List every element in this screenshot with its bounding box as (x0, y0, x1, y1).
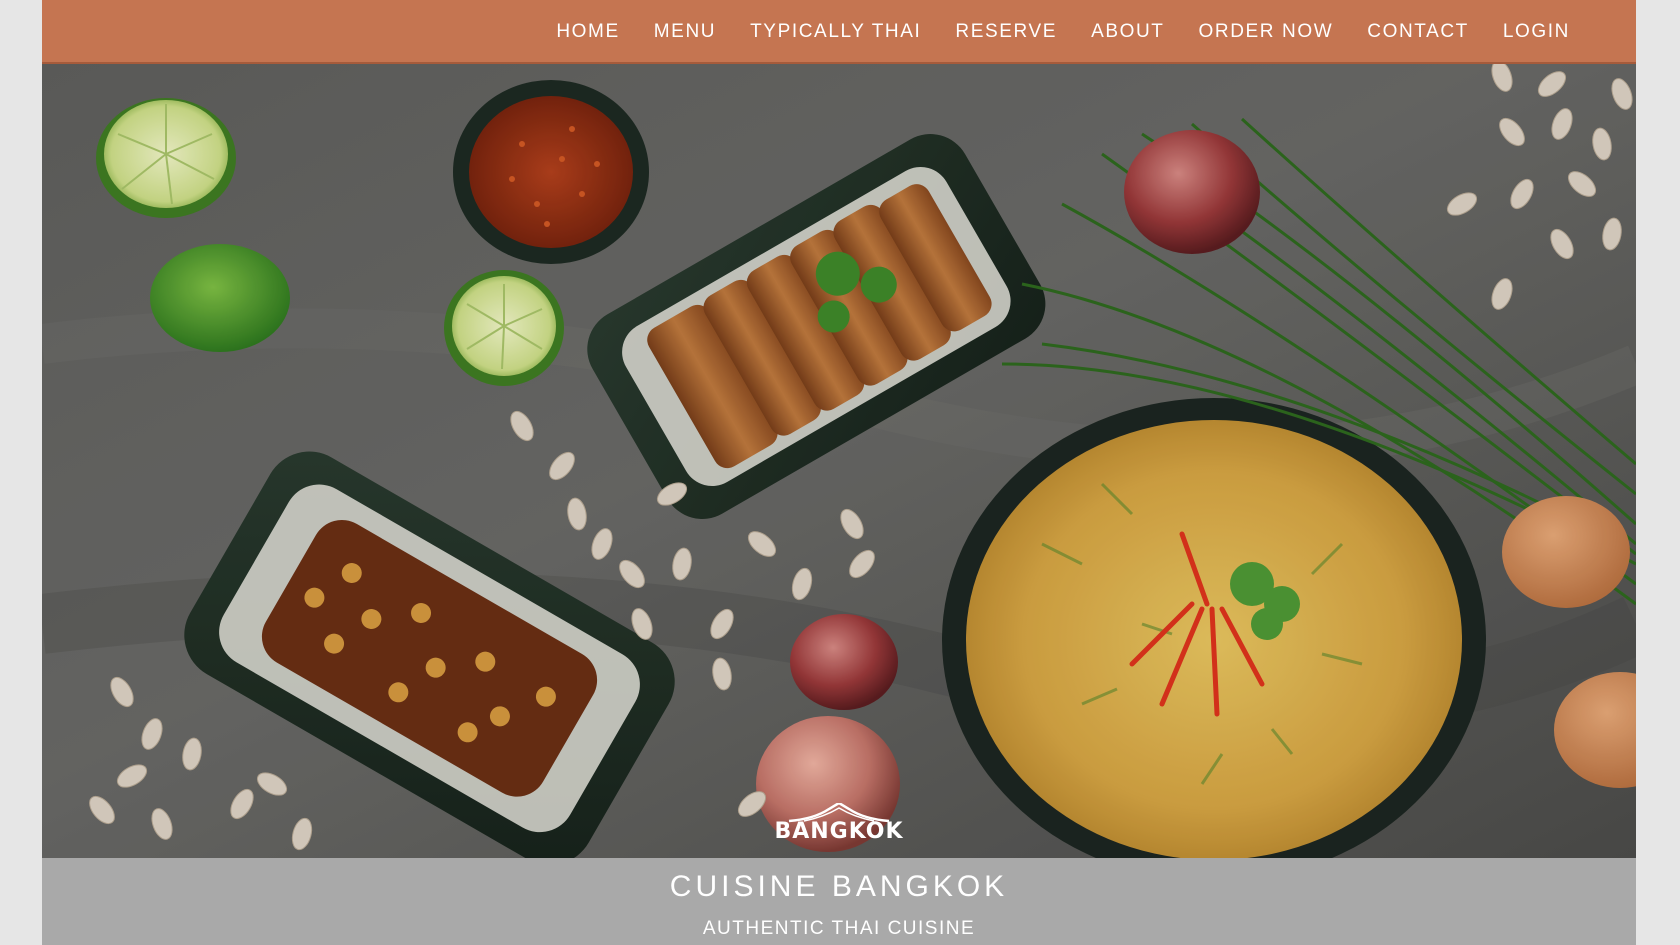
logo-text: BANGKOK (774, 819, 904, 844)
site-subtitle: AUTHENTIC THAI CUISINE (702, 918, 976, 939)
nav-item-reserve[interactable]: RESERVE (955, 21, 1057, 43)
nav-item-menu[interactable]: MENU (654, 21, 716, 43)
navbar: HOME MENU TYPICALLY THAI RESERVE ABOUT O… (42, 0, 1636, 64)
hero-image: BANGKOK (42, 64, 1636, 858)
page: HOME MENU TYPICALLY THAI RESERVE ABOUT O… (42, 0, 1636, 945)
food-photo-illustration (42, 64, 1636, 858)
nav-menu: HOME MENU TYPICALLY THAI RESERVE ABOUT O… (556, 0, 1570, 64)
nav-item-about[interactable]: ABOUT (1091, 21, 1164, 43)
nav-item-typically-thai[interactable]: TYPICALLY THAI (750, 21, 921, 43)
nav-item-home[interactable]: HOME (556, 21, 619, 43)
nav-item-order-now[interactable]: ORDER NOW (1199, 21, 1334, 43)
hero-caption: CUISINE BANGKOK AUTHENTIC THAI CUISINE (42, 858, 1636, 945)
nav-item-contact[interactable]: CONTACT (1367, 21, 1469, 43)
bangkok-logo: BANGKOK (42, 803, 1636, 844)
nav-item-login[interactable]: LOGIN (1503, 21, 1570, 43)
site-title: CUISINE BANGKOK (669, 870, 1009, 903)
